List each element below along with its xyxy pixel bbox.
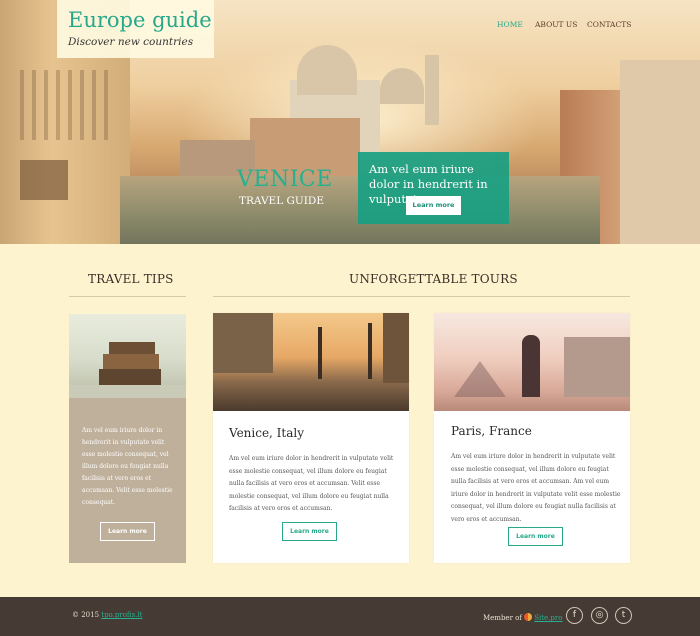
travel-tips-card: Am vel eum iriure dolor in hendrerit in … [69,314,186,563]
site-logo-subtitle: Discover new countries [68,36,194,48]
sitepro-link[interactable]: Site.pro [534,614,562,622]
table-surface [69,385,186,398]
hero-learn-more-button[interactable]: Learn more [406,196,461,215]
venice-text: Am vel eum iriure dolor in hendrerit in … [229,455,394,512]
hero-building-right-tall [620,60,700,244]
footer: © 2015 tpo.profis.lt Member of Site.pro … [0,597,700,636]
suitcase-middle [103,354,159,369]
paris-learn-more-button[interactable]: Learn more [508,527,563,546]
site-logo-title[interactable]: Europe guide [68,8,212,32]
louvre-pyramid [454,361,506,397]
louvre-building [564,337,630,397]
footer-copyright: © 2015 tpo.profis.lt [72,611,142,619]
copyright-prefix: © 2015 [72,611,102,619]
tours-divider [213,296,630,297]
paris-text: Am vel eum iriure dolor in hendrerit in … [451,453,621,523]
nav-contacts[interactable]: CONTACTS [587,20,631,29]
venice-arcade [213,313,273,373]
hero-building-left-shadow [20,160,68,200]
hero-tower [425,55,439,125]
suitcases-image [69,314,186,398]
paris-image [434,313,630,411]
travel-tips-text: Am vel eum iriure dolor in hendrerit in … [82,427,173,506]
nav-home[interactable]: HOME [497,20,523,29]
instagram-icon[interactable]: ◎ [591,607,608,624]
couple-silhouette [522,335,540,397]
facebook-icon[interactable]: f [566,607,583,624]
footer-member: Member of Site.pro [483,613,562,622]
hero-dome-small [380,68,424,104]
suitcase-bottom [99,369,161,385]
venice-building [383,313,409,383]
travel-tips-heading: TRAVEL TIPS [88,272,174,286]
twitter-icon[interactable]: t [615,607,632,624]
venice-column-right [368,323,372,379]
copyright-link[interactable]: tpo.profis.lt [101,611,142,619]
tour-card-venice: Venice, Italy Am vel eum iriure dolor in… [213,313,409,563]
paris-title: Paris, France [451,424,532,438]
travel-tips-divider [69,296,186,297]
hero-building-left-windows [12,70,112,140]
member-prefix: Member of [483,614,525,622]
tours-heading: UNFORGETTABLE TOURS [349,272,518,286]
venice-title: Venice, Italy [229,426,305,440]
tips-learn-more-button[interactable]: Learn more [100,522,155,541]
nav-about-us[interactable]: ABOUT US [535,20,577,29]
tour-card-paris: Paris, France Am vel eum iriure dolor in… [434,313,630,563]
hero-tagline: TRAVEL GUIDE [239,195,324,207]
venice-column [318,327,322,379]
venice-image [213,313,409,411]
hero-city-title: VENICE [237,167,333,192]
venice-learn-more-button[interactable]: Learn more [282,522,337,541]
hero-banner: Europe guide Discover new countries HOME… [0,0,700,244]
sitepro-logo-icon [524,613,533,621]
suitcase-top [109,342,155,354]
hero-promo-box: Am vel eum iriure dolor in hendrerit in … [358,152,509,224]
